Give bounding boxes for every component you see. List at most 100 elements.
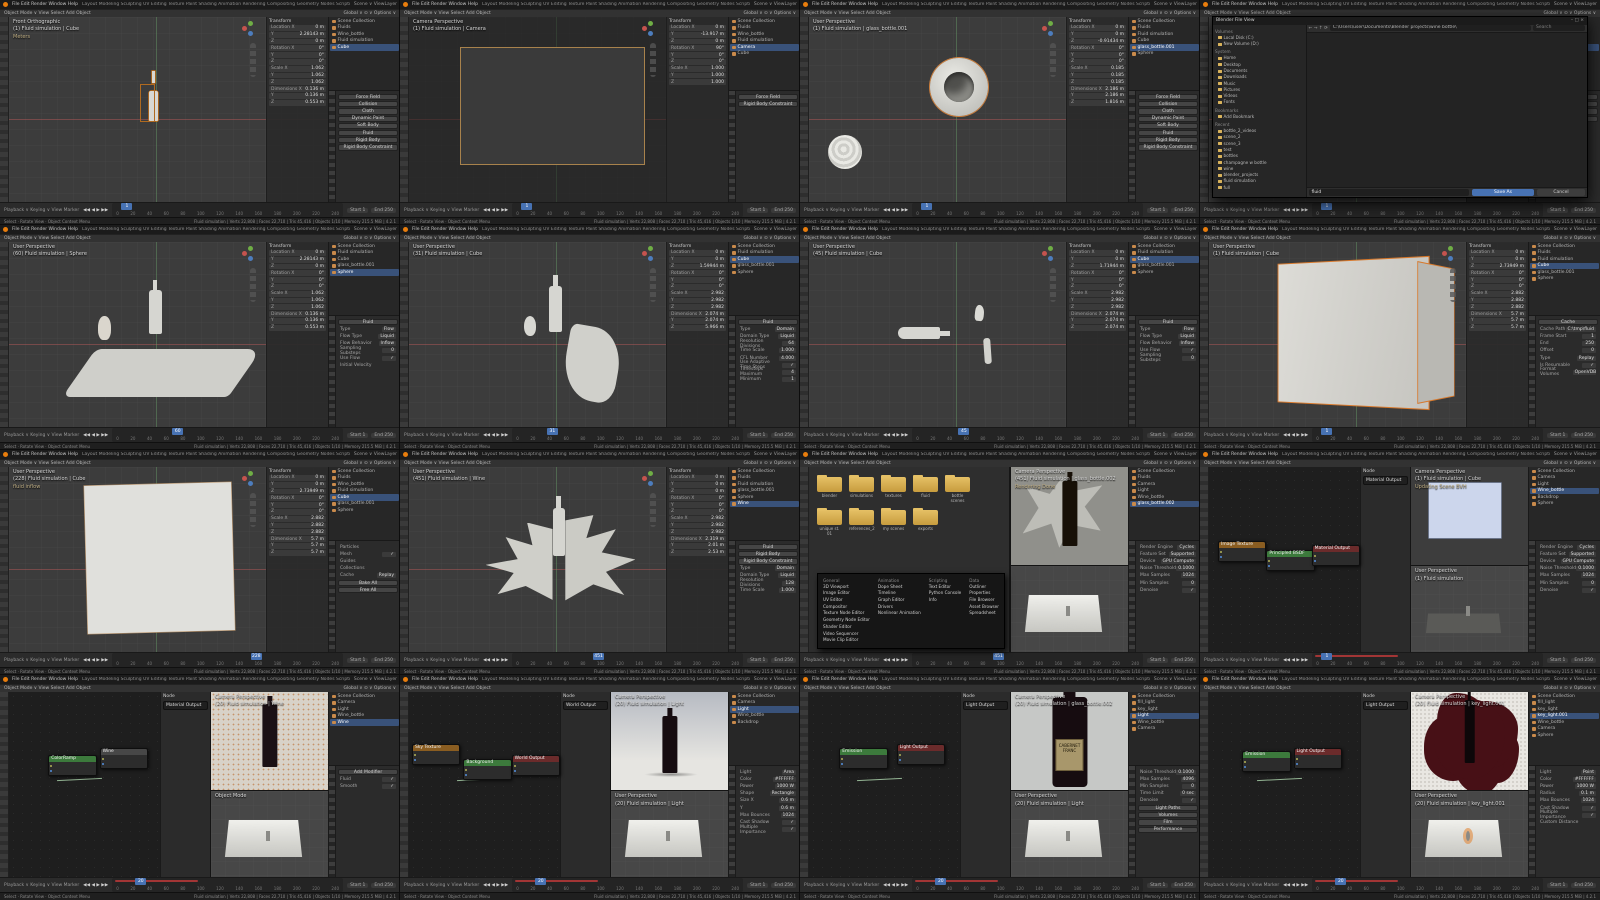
editor-menu-item[interactable]: Text Editor [929, 584, 961, 591]
transform-field[interactable]: Z 0° [669, 508, 726, 515]
transform-field[interactable]: Z0 m [669, 38, 726, 45]
transform-field[interactable]: Rotation X 0° [1069, 45, 1126, 52]
property-row[interactable]: Denoise ✓ [1138, 798, 1198, 804]
viewport-options[interactable]: Global ∨ ⊙ ∨ Options ∨ [343, 236, 396, 241]
blender-logo-icon[interactable] [1203, 452, 1208, 457]
folder-item[interactable]: exports [913, 508, 938, 536]
transform-field[interactable]: Y -13.917 m [669, 31, 726, 38]
property-row[interactable]: Flow Behavior Inflow [1138, 341, 1198, 347]
shader-node[interactable]: Background [463, 758, 512, 780]
timeline[interactable]: Playback ∨ Keying ∨ View Marker ◀◀ ◀ ▶ ▶… [0, 427, 400, 442]
render-preview-viewport[interactable]: Camera Perspective (1) Fluid simulation … [1411, 467, 1528, 566]
toolbar[interactable] [800, 17, 809, 202]
scene-selector[interactable]: Scene ∨ ViewLayer [354, 227, 397, 232]
property-row[interactable]: Type Flow [338, 326, 398, 332]
timeline-track[interactable]: 0 20 40 60 80 100 120 140 160 180 200 220 240 60 [112, 428, 344, 442]
outliner-item[interactable]: Camera [1130, 726, 1199, 733]
outliner-item[interactable]: Scene Collection [1130, 18, 1199, 25]
property-row[interactable]: Force Field [738, 94, 798, 101]
property-row[interactable]: Flow Type Liquid [1138, 333, 1198, 339]
transform-field[interactable]: Y 2.982 [1069, 297, 1126, 304]
playback-controls[interactable]: ◀◀ ◀ ▶ ▶▶ [883, 433, 908, 438]
property-row[interactable]: Performance [1138, 826, 1198, 833]
playback-controls[interactable]: ◀◀ ◀ ▶ ▶▶ [83, 883, 108, 888]
playback-menu[interactable]: Playback ∨ Keying ∨ View Marker [804, 658, 879, 663]
shader-node-editor[interactable]: Emission Light Output [1209, 692, 1360, 877]
blender-logo-icon[interactable] [1203, 2, 1208, 7]
nav-gizmo[interactable] [242, 471, 258, 487]
outliner-item[interactable]: Sphere [1130, 269, 1199, 276]
viewport-3d[interactable]: User Perspective (1) Fluid simulation | … [1209, 242, 1528, 427]
property-row[interactable]: Shape Rectangle [738, 791, 798, 797]
outliner-item[interactable]: Scene Collection [1530, 243, 1599, 250]
workspace-tabs[interactable]: Layout Modeling Sculpting UV Editing Tex… [1282, 2, 1550, 7]
folder-item[interactable]: bottle scenes [945, 475, 970, 503]
app-menu[interactable]: File Edit Render Window Help [812, 227, 878, 232]
viewport-options[interactable]: Global ∨ ⊙ ∨ Options ∨ [1543, 686, 1596, 691]
playhead[interactable]: 451 [993, 653, 1005, 660]
playhead[interactable]: 31 [546, 428, 558, 435]
playhead[interactable]: 20 [535, 878, 547, 885]
transform-field[interactable]: Location X0 m [669, 475, 726, 481]
scene-object-tertiary[interactable] [983, 337, 993, 365]
playback-menu[interactable]: Playback ∨ Keying ∨ View Marker [804, 208, 879, 213]
transform-field[interactable]: Y0 m [1069, 31, 1126, 38]
editor-menu-item[interactable]: File Browser [969, 597, 999, 604]
property-row[interactable]: Time Limit 0 sec [1138, 791, 1198, 797]
transform-field[interactable]: Y 0.136 m [269, 92, 326, 99]
property-row[interactable]: Resolution Divisions 128 [738, 578, 798, 588]
transform-field[interactable]: Scale X 2.982 [669, 290, 726, 297]
transform-field[interactable]: Y 0° [1469, 277, 1526, 283]
transform-field[interactable]: Y 0.136 m [269, 317, 326, 324]
transform-field[interactable]: Z 2.53 m [669, 549, 726, 556]
property-row[interactable]: Type Replay [1538, 355, 1598, 361]
property-row[interactable]: Force Field [338, 94, 398, 101]
outliner-item[interactable]: Cube [330, 256, 399, 263]
viewport-options[interactable]: Global ∨ ⊙ ∨ Options ∨ [343, 686, 396, 691]
viewport-options[interactable]: Global ∨ ⊙ ∨ Options ∨ [743, 236, 796, 241]
toolbar[interactable] [1200, 17, 1209, 202]
blender-logo-icon[interactable] [403, 227, 408, 232]
shader-node-editor[interactable]: Emission Light Output [809, 692, 960, 877]
editor-menu-item[interactable]: Properties [969, 590, 999, 597]
viewport-3d[interactable]: User Perspective (228) Fluid simulation … [9, 467, 328, 652]
secondary-viewport[interactable]: User Perspective (1) Fluid simulation [1411, 565, 1528, 652]
mode-menu[interactable]: Object Mode ∨ View Select Add Object [804, 11, 891, 16]
mode-menu[interactable]: Object Mode ∨ View Select Add Object [4, 461, 91, 466]
scene-object-primary[interactable] [930, 57, 989, 116]
property-row[interactable]: Rigid Body [338, 137, 398, 144]
frame-range[interactable]: Start 1 End 250 [1147, 207, 1196, 213]
frame-start[interactable]: Start 1 [1147, 882, 1169, 888]
transform-field[interactable]: Location X0 m [269, 250, 326, 256]
property-row[interactable]: Feature Set Supported [1138, 551, 1198, 557]
transform-field[interactable]: Dimensions X 0.136 m [269, 311, 326, 317]
app-menu[interactable]: File Edit Render Window Help [1212, 677, 1278, 682]
playback-controls[interactable]: ◀◀ ◀ ▶ ▶▶ [883, 658, 908, 663]
mode-menu[interactable]: Object Mode ∨ View Select Add Object [804, 461, 891, 466]
frame-range[interactable]: Start 1 End 250 [1547, 882, 1596, 888]
property-row[interactable]: Device GPU Compute [1538, 558, 1598, 564]
timeline[interactable]: Playback ∨ Keying ∨ View Marker ◀◀ ◀ ▶ ▶… [400, 202, 800, 217]
properties-tabs[interactable] [1129, 541, 1136, 652]
transform-field[interactable]: Z 1.59944 m [669, 263, 726, 270]
property-row[interactable]: Color #FFFFFF [738, 776, 798, 782]
playback-menu[interactable]: Playback ∨ Keying ∨ View Marker [404, 883, 479, 888]
transform-field[interactable]: Location X0 m [669, 250, 726, 256]
transform-field[interactable]: Y 2.982 [669, 522, 726, 529]
workspace-tabs[interactable]: Layout Modeling Sculpting UV Editing Tex… [1282, 227, 1550, 232]
playback-menu[interactable]: Playback ∨ Keying ∨ View Marker [404, 433, 479, 438]
scene-object-secondary[interactable] [485, 522, 553, 600]
property-row[interactable]: Max Bounces 1024 [1538, 798, 1598, 804]
viewport-nav-buttons[interactable] [650, 493, 656, 527]
blender-logo-icon[interactable] [1203, 227, 1208, 232]
frame-start[interactable]: Start 1 [347, 432, 369, 438]
property-row[interactable]: Volumes [1138, 812, 1198, 819]
property-row[interactable]: Min Samples 0 [1138, 783, 1198, 789]
playback-menu[interactable]: Playback ∨ Keying ∨ View Marker [1204, 208, 1279, 213]
property-row[interactable]: Fluid [338, 319, 398, 326]
editor-menu-item[interactable]: Dope Sheet [878, 584, 921, 591]
blender-logo-icon[interactable] [3, 452, 8, 457]
frame-range[interactable]: Start 1 End 250 [1547, 657, 1596, 663]
outliner-item[interactable]: Scene Collection [330, 468, 399, 475]
playback-menu[interactable]: Playback ∨ Keying ∨ View Marker [4, 208, 79, 213]
